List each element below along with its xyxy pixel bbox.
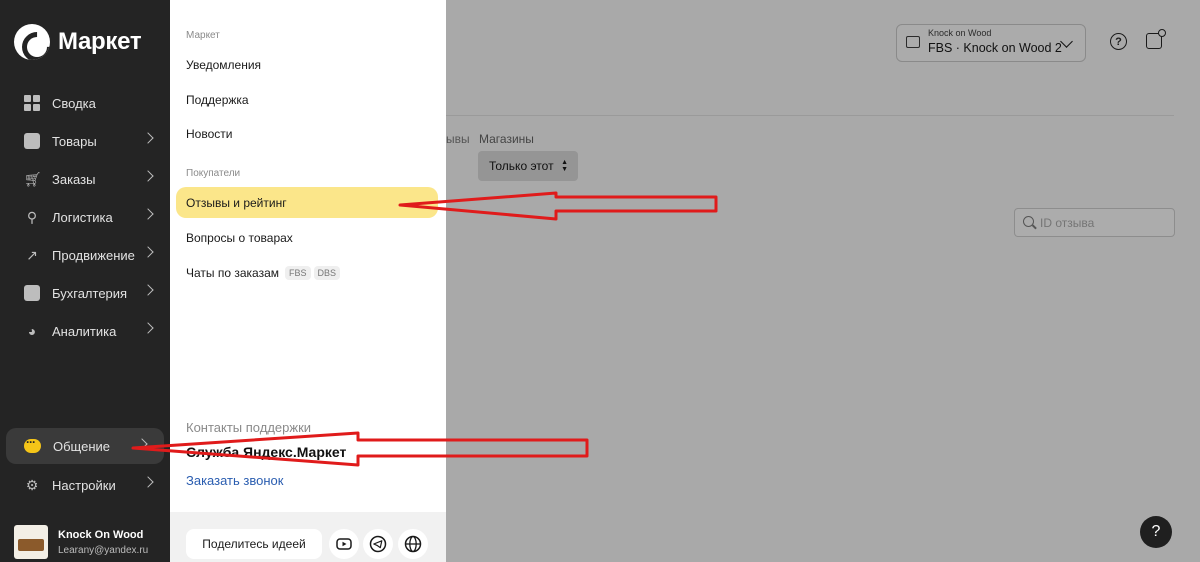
logo-text: Маркет	[58, 28, 142, 55]
request-call-link[interactable]: Заказать звонок	[186, 473, 283, 488]
section-title-buyers: Покупатели	[186, 168, 241, 179]
avatar	[14, 525, 48, 559]
market-logo[interactable]: Маркет	[14, 24, 142, 60]
tab-reviews-fragment[interactable]: ывы	[446, 132, 470, 146]
globe-icon	[404, 535, 422, 553]
profile-name: Knock On Wood	[58, 528, 144, 541]
chevron-right-icon	[142, 132, 154, 144]
youtube-icon	[336, 538, 352, 550]
sidebar-item-label: Логистика	[52, 209, 113, 225]
sidebar-item-label: Продвижение	[52, 247, 135, 263]
cart-icon: 🛒︎	[24, 171, 42, 187]
store-current-name: FBS · Knock on Wood 2	[928, 41, 1062, 55]
main-sidebar: Маркет Сводка Товары 🛒︎ Заказы ⚲ Логисти…	[0, 0, 170, 562]
sidebar-item-label: Общение	[53, 438, 111, 454]
sidebar-item-label: Сводка	[52, 95, 96, 111]
store-icon	[906, 36, 920, 48]
trend-icon: ↗	[26, 247, 38, 263]
sidebar-item-orders[interactable]: 🛒︎ Заказы	[0, 160, 170, 198]
sort-arrows-icon: ▲ ▼	[561, 159, 568, 173]
profile-email: Learany@yandex.ru	[58, 544, 149, 556]
sidebar-nav: Сводка Товары 🛒︎ Заказы ⚲ Логистика ↗ Пр…	[0, 84, 170, 350]
shops-filter-label: Магазины	[479, 132, 534, 146]
review-id-input[interactable]	[1040, 216, 1170, 230]
dashboard-icon	[24, 95, 40, 111]
sidebar-item-promotion[interactable]: ↗ Продвижение	[0, 236, 170, 274]
youtube-button[interactable]	[329, 529, 359, 559]
dbs-tag: DBS	[313, 266, 341, 280]
header-divider	[446, 115, 1174, 116]
communication-flyout-menu: Маркет Уведомления Поддержка Новости Пок…	[170, 0, 446, 562]
chevron-right-icon	[142, 476, 154, 488]
support-service-name: Служба Яндекс.Маркет	[186, 444, 347, 460]
chevron-right-icon	[142, 170, 154, 182]
menu-link-reviews[interactable]: Отзывы и рейтинг	[186, 196, 287, 210]
user-profile[interactable]: Knock On Wood Learany@yandex.ru	[14, 525, 148, 559]
review-id-search[interactable]	[1014, 208, 1175, 237]
chat-icon	[24, 435, 41, 453]
menu-link-news[interactable]: Новости	[186, 127, 232, 141]
support-contacts-title: Контакты поддержки	[186, 420, 312, 435]
shops-filter-value: Только этот	[489, 159, 554, 173]
menu-link-questions[interactable]: Вопросы о товарах	[186, 231, 293, 245]
sidebar-item-label: Товары	[52, 133, 97, 149]
chevron-right-icon	[136, 438, 148, 450]
chevron-right-icon	[142, 284, 154, 296]
chevron-right-icon	[142, 208, 154, 220]
logistics-icon: ⚲	[26, 209, 38, 225]
store-business-name: Knock on Wood	[928, 28, 992, 38]
menu-link-chats-label: Чаты по заказам	[186, 266, 280, 280]
sidebar-bottom-nav: Общение ⚙ Настройки	[0, 428, 170, 504]
shops-filter-select[interactable]: Только этот ▲ ▼	[478, 151, 578, 181]
menu-link-chats[interactable]: Чаты по заказам FBS DBS	[186, 266, 341, 280]
sidebar-item-label: Аналитика	[52, 323, 117, 339]
telegram-button[interactable]	[363, 529, 393, 559]
sidebar-item-settings[interactable]: ⚙ Настройки	[0, 466, 170, 504]
fbs-tag: FBS	[285, 266, 311, 280]
wallet-icon	[24, 285, 40, 301]
chevron-down-icon	[1060, 35, 1073, 48]
store-selector[interactable]: Knock on Wood FBS · Knock on Wood 2	[896, 24, 1086, 62]
notifications-icon[interactable]	[1146, 29, 1166, 49]
box-icon	[24, 133, 40, 149]
sidebar-item-logistics[interactable]: ⚲ Логистика	[0, 198, 170, 236]
menu-link-support[interactable]: Поддержка	[186, 93, 249, 107]
sidebar-item-analytics[interactable]: ◕ Аналитика	[0, 312, 170, 350]
search-icon	[1023, 216, 1034, 227]
market-logo-icon	[14, 24, 50, 60]
gear-icon: ⚙	[25, 477, 39, 493]
chevron-right-icon	[142, 322, 154, 334]
sidebar-item-label: Заказы	[52, 171, 96, 187]
sidebar-item-label: Настройки	[52, 477, 116, 493]
sidebar-item-communication[interactable]: Общение	[6, 428, 164, 464]
section-title-market: Маркет	[186, 30, 220, 41]
pie-chart-icon: ◕	[27, 323, 37, 339]
help-icon[interactable]: ?	[1110, 33, 1127, 50]
sidebar-item-summary[interactable]: Сводка	[0, 84, 170, 122]
sidebar-item-accounting[interactable]: Бухгалтерия	[0, 274, 170, 312]
menu-link-notifications[interactable]: Уведомления	[186, 58, 261, 72]
telegram-icon	[369, 535, 387, 553]
share-idea-button[interactable]: Поделитесь идеей	[186, 529, 322, 559]
sidebar-item-label: Бухгалтерия	[52, 285, 128, 301]
flyout-footer: Поделитесь идеей	[170, 512, 446, 562]
sidebar-item-products[interactable]: Товары	[0, 122, 170, 160]
website-button[interactable]	[398, 529, 428, 559]
chevron-right-icon	[142, 246, 154, 258]
help-chat-button[interactable]: ?	[1140, 516, 1172, 548]
annotation-arrow-reviews	[398, 191, 718, 221]
